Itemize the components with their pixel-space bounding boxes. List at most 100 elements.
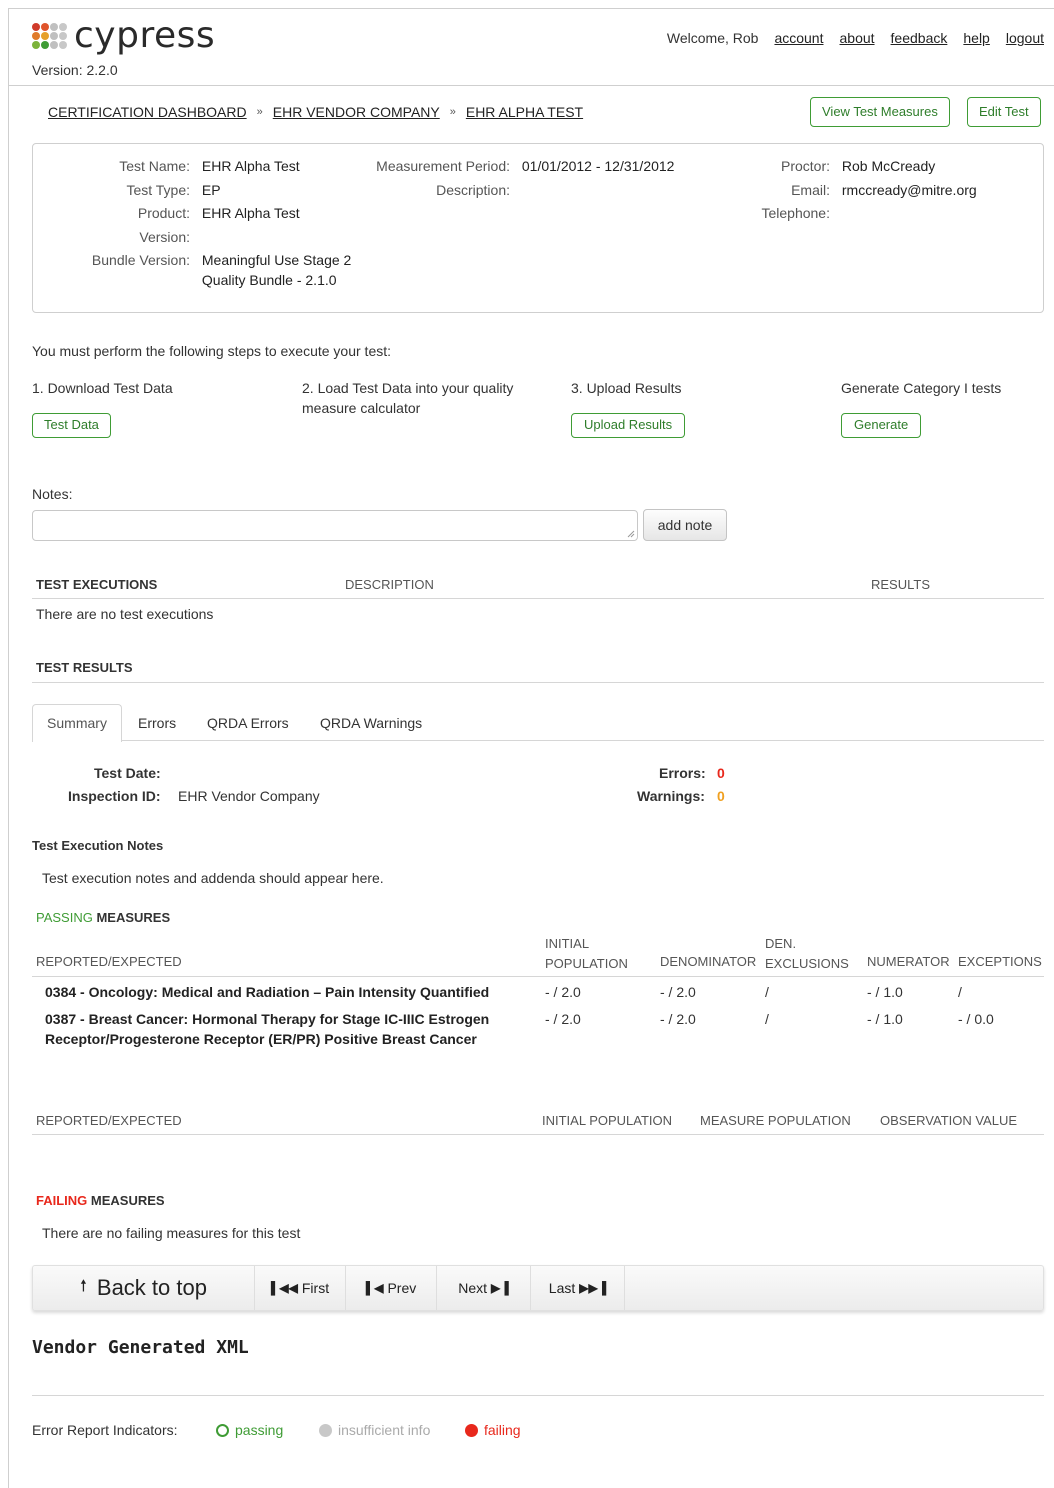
test-execution-notes-heading: Test Execution Notes: [32, 838, 164, 853]
passing-measures-heading: PASSING MEASURES: [36, 910, 170, 925]
exc-header-line2: EXCLUSIONS: [765, 956, 849, 971]
cv-initial-population-header: INITIAL POPULATION: [542, 1113, 673, 1128]
step2-line1: 2. Load Test Data into your quality: [302, 380, 514, 396]
measure-name[interactable]: 0387 - Breast Cancer: Hormonal Therapy f…: [45, 1009, 489, 1049]
reported-expected-header: REPORTED/EXPECTED: [36, 954, 182, 969]
denominator-header: DENOMINATOR: [660, 954, 757, 969]
first-page-button[interactable]: ▌◀◀ First: [255, 1266, 346, 1310]
next-page-button[interactable]: Next ▶▐: [437, 1266, 531, 1310]
exc-header-line1: DEN.: [765, 936, 797, 951]
breadcrumb-separator: »: [256, 106, 263, 118]
measure-name-line2: Receptor/Progesterone Receptor (ER/PR) P…: [45, 1031, 477, 1047]
notes-textarea[interactable]: [32, 510, 638, 541]
back-to-top-label: Back to top: [96, 1275, 207, 1300]
upload-results-button[interactable]: Upload Results: [571, 413, 686, 438]
proctor-row: Proctor: Rob McCready: [700, 156, 935, 176]
divider: [32, 598, 1044, 599]
divider: [32, 682, 1044, 683]
last-label: Last: [548, 1280, 576, 1296]
first-label: First: [301, 1280, 330, 1296]
nav-account-link[interactable]: account: [774, 30, 823, 46]
test-data-button[interactable]: Test Data: [32, 413, 111, 438]
divider: [32, 1395, 1044, 1396]
prev-icon: ▌◀: [365, 1281, 384, 1295]
pagination-bar: 🠕 Back to top ▌◀◀ First ▌◀ Prev Next ▶▐ …: [32, 1265, 1044, 1311]
breadcrumb-test-link[interactable]: EHR ALPHA TEST: [466, 104, 583, 120]
bundle-value: Meaningful Use Stage 2 Quality Bundle - …: [202, 250, 351, 290]
measures-label: MEASURES: [92, 910, 171, 925]
divider: [32, 976, 1044, 977]
tab-qrda-errors[interactable]: QRDA Errors: [207, 715, 289, 731]
test-type-label: Test Type:: [126, 182, 190, 198]
divider: [32, 1134, 1044, 1135]
breadcrumb-separator: »: [449, 106, 456, 118]
numerator-header: NUMERATOR: [867, 954, 950, 969]
welcome-text: Welcome, Rob: [666, 30, 759, 46]
den-value: - / 2.0: [660, 1011, 696, 1027]
tab-qrda-warnings[interactable]: QRDA Warnings: [320, 715, 422, 731]
step3-label: 3. Upload Results: [571, 380, 682, 396]
email-label: Email:: [791, 182, 830, 198]
top-nav: Welcome, Rob account about feedback help…: [667, 30, 1044, 46]
bundle-value-line2: Quality Bundle - 2.1.0: [201, 272, 337, 288]
failing-label: FAILING: [36, 1193, 88, 1208]
nav-help-link[interactable]: help: [963, 30, 989, 46]
generate-button[interactable]: Generate: [841, 413, 922, 438]
test-execution-notes-text: Test execution notes and addenda should …: [42, 870, 384, 886]
skip-first-icon: ▌◀◀: [270, 1281, 298, 1295]
next-icon: ▶▐: [491, 1281, 509, 1295]
tab-errors[interactable]: Errors: [138, 715, 176, 731]
product-value: EHR Alpha Test: [201, 205, 300, 221]
initial-population-header: INITIAL POPULATION: [545, 934, 628, 974]
cypress-logo[interactable]: cypress: [32, 18, 215, 54]
resize-handle-icon[interactable]: [627, 530, 635, 538]
nav-logout-link[interactable]: logout: [1006, 30, 1044, 46]
ipp-header-line1: INITIAL: [545, 936, 590, 951]
errors-label: Errors:: [659, 765, 706, 781]
legend-insufficient: insufficient info: [319, 1420, 430, 1440]
nav-feedback-link[interactable]: feedback: [891, 30, 948, 46]
view-test-measures-button[interactable]: View Test Measures: [810, 97, 950, 127]
ipp-header-line2: POPULATION: [545, 956, 628, 971]
tab-summary[interactable]: Summary: [32, 704, 122, 742]
results-header: RESULTS: [871, 577, 930, 592]
description-label: Description:: [436, 182, 510, 198]
measure-name[interactable]: 0384 - Oncology: Medical and Radiation –…: [45, 982, 489, 1002]
exc-value: /: [765, 984, 769, 1000]
legend-passing-label: passing: [235, 1422, 284, 1438]
failing-measures-heading: FAILING MEASURES: [36, 1193, 165, 1208]
ipp-value: - / 2.0: [545, 1011, 581, 1027]
back-to-top-button[interactable]: 🠕 Back to top: [33, 1266, 255, 1310]
version-row: Version:: [60, 227, 190, 247]
period-value: 01/01/2012 - 12/31/2012: [521, 158, 675, 174]
version-label: Version:: [139, 229, 190, 245]
logo-text: cypress: [74, 15, 216, 56]
nav-about-link[interactable]: about: [840, 30, 875, 46]
last-page-button[interactable]: Last ▶▶▐: [531, 1266, 625, 1310]
cv-reported-expected-header: REPORTED/EXPECTED: [36, 1113, 182, 1128]
vendor-xml-heading: Vendor Generated XML: [32, 1337, 249, 1358]
edit-test-button[interactable]: Edit Test: [967, 97, 1041, 127]
proctor-label: Proctor:: [780, 158, 830, 174]
breadcrumb-vendor-link[interactable]: EHR VENDOR COMPANY: [273, 104, 440, 120]
description-header: DESCRIPTION: [345, 577, 434, 592]
executions-header: TEST EXECUTIONS: [36, 577, 158, 592]
step4-label: Generate Category I tests: [841, 380, 1002, 396]
test-name-label: Test Name:: [119, 158, 190, 174]
no-executions-text: There are no test executions: [36, 606, 214, 622]
version-label: Version: 2.2.0: [32, 62, 118, 78]
legend-passing: passing: [216, 1420, 283, 1440]
email-value: rmccready@mitre.org: [841, 182, 977, 198]
add-note-button[interactable]: add note: [643, 509, 727, 541]
exceptions-value: - / 0.0: [958, 1011, 994, 1027]
prev-page-button[interactable]: ▌◀ Prev: [346, 1266, 437, 1310]
breadcrumb-dashboard-link[interactable]: CERTIFICATION DASHBOARD: [48, 104, 247, 120]
passing-circle-icon: [216, 1424, 229, 1437]
step1-label: 1. Download Test Data: [32, 380, 173, 396]
test-date-label: Test Date:: [94, 765, 161, 781]
exceptions-header: EXCEPTIONS: [958, 954, 1042, 969]
prev-label: Prev: [387, 1280, 417, 1296]
no-failing-text: There are no failing measures for this t…: [42, 1225, 301, 1241]
product-row: Product: EHR Alpha Test: [60, 203, 300, 223]
insufficient-dot-icon: [319, 1424, 332, 1437]
